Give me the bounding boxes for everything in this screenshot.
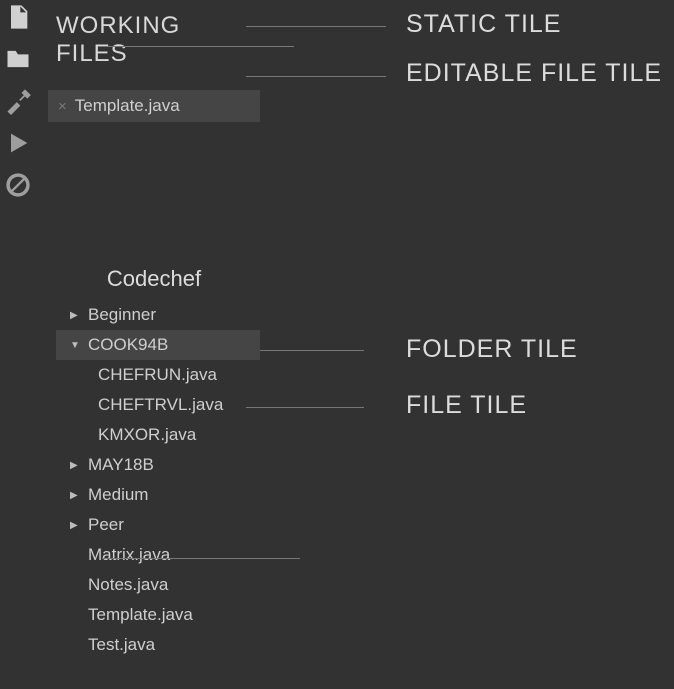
label-folder-tile: FOLDER TILE (406, 335, 578, 364)
play-icon[interactable] (3, 128, 33, 158)
folder-may18b[interactable]: ▶ MAY18B (48, 450, 260, 480)
file-chefrun[interactable]: CHEFRUN.java (48, 360, 260, 390)
label-static-tile: STATIC TILE (406, 10, 561, 39)
file-label: CHEFTRVL.java (98, 395, 223, 415)
working-file-label: Template.java (75, 96, 180, 116)
connector-line (246, 26, 386, 27)
connector-line (246, 76, 386, 77)
folder-medium[interactable]: ▶ Medium (48, 480, 260, 510)
chevron-down-icon: ▼ (70, 340, 80, 351)
chevron-right-icon: ▶ (70, 310, 80, 321)
sidebar: WORKING FILES × Template.java (48, 8, 260, 122)
hammer-icon[interactable] (3, 86, 33, 116)
file-cheftrvl[interactable]: CHEFTRVL.java (48, 390, 260, 420)
connector-line (260, 350, 364, 351)
folder-cook94b[interactable]: ▼ COOK94B (56, 330, 260, 360)
file-icon[interactable] (3, 2, 33, 32)
file-kmxor[interactable]: KMXOR.java (48, 420, 260, 450)
working-files-header: WORKING FILES (48, 8, 260, 72)
project-title: Codechef (48, 262, 260, 300)
divider (98, 46, 294, 47)
activity-bar (0, 0, 36, 200)
file-test[interactable]: Test.java (48, 630, 260, 660)
folder-label: MAY18B (88, 455, 154, 475)
folder-label: Peer (88, 515, 124, 535)
close-icon[interactable]: × (58, 99, 67, 114)
divider (102, 558, 300, 559)
chevron-right-icon: ▶ (70, 490, 80, 501)
project-tree: Codechef ▶ Beginner ▼ COOK94B CHEFRUN.ja… (48, 262, 260, 660)
folder-label: COOK94B (88, 335, 168, 355)
chevron-right-icon: ▶ (70, 460, 80, 471)
folder-label: Beginner (88, 305, 156, 325)
folder-icon[interactable] (3, 44, 33, 74)
chevron-right-icon: ▶ (70, 520, 80, 531)
folder-beginner[interactable]: ▶ Beginner (48, 300, 260, 330)
connector-line (246, 407, 364, 408)
file-label: Template.java (88, 605, 193, 625)
file-notes[interactable]: Notes.java (48, 570, 260, 600)
block-icon[interactable] (3, 170, 33, 200)
file-label: CHEFRUN.java (98, 365, 217, 385)
file-label: Notes.java (88, 575, 168, 595)
label-editable-tile: EDITABLE FILE TILE (406, 59, 662, 88)
file-label: KMXOR.java (98, 425, 196, 445)
file-template[interactable]: Template.java (48, 600, 260, 630)
folder-peer[interactable]: ▶ Peer (48, 510, 260, 540)
file-matrix[interactable]: Matrix.java (48, 540, 260, 570)
working-file-item[interactable]: × Template.java (48, 90, 260, 122)
label-file-tile: FILE TILE (406, 391, 527, 420)
file-label: Matrix.java (88, 545, 170, 565)
folder-label: Medium (88, 485, 148, 505)
file-label: Test.java (88, 635, 155, 655)
